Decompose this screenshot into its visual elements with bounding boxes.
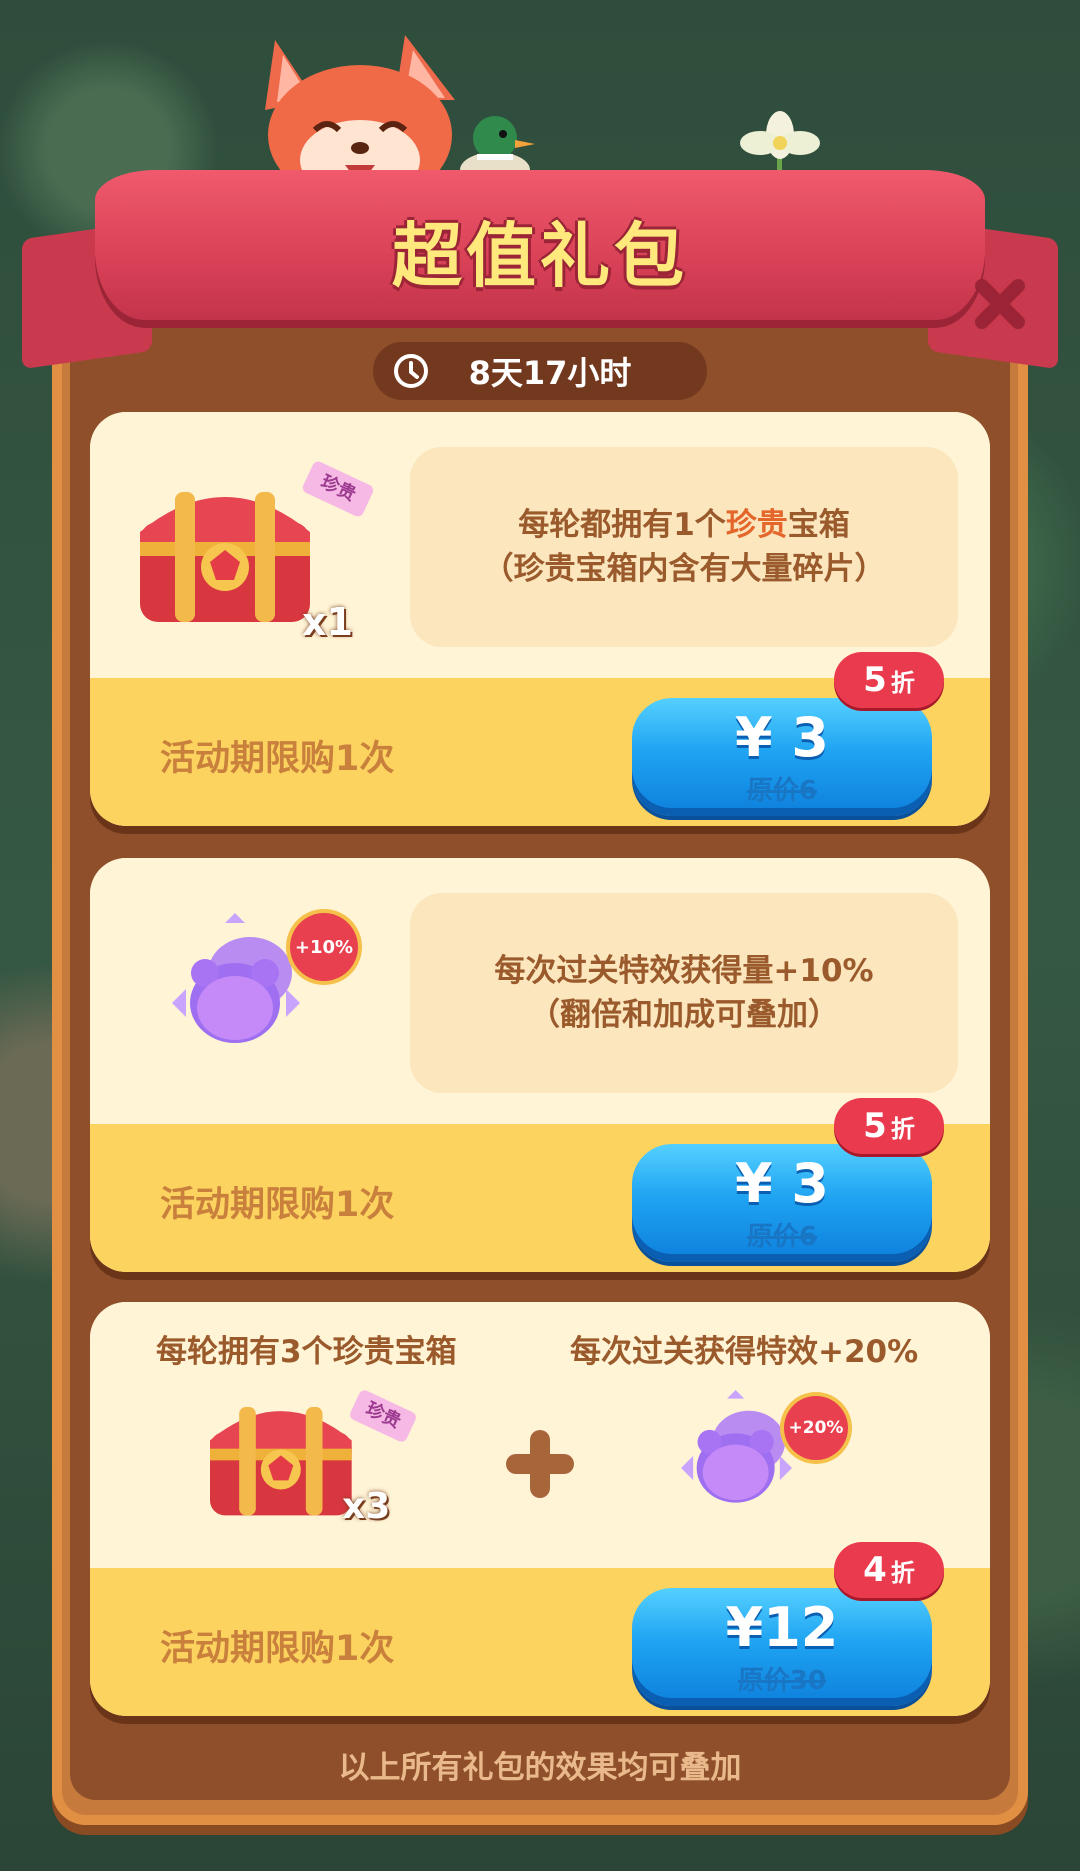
desc-line1: 每次过关特效获得量+10%: [494, 953, 874, 989]
pack-card-2: +10% 每次过关特效获得量+10% （翻倍和加成可叠加） 活动期限购1次 ¥ …: [90, 858, 990, 1272]
pack-card-1: 珍贵 x1 每轮都拥有1个珍贵宝箱 （珍贵宝箱内含有大量碎片） 活动期限购1次 …: [90, 412, 990, 826]
discount-unit: 折: [890, 1114, 915, 1143]
purchase-limit: 活动期限购1次: [160, 1629, 395, 1669]
price-text: ¥12: [725, 1596, 839, 1659]
original-price: 原价6: [746, 776, 818, 806]
discount-number: 5: [863, 1106, 887, 1146]
item-quantity: x3: [342, 1486, 391, 1527]
pack-description: 每次过关特效获得量+10% （翻倍和加成可叠加）: [410, 893, 958, 1093]
original-price: 原价6: [746, 1222, 818, 1252]
countdown-timer: 8天17小时: [373, 342, 707, 400]
boost-badge: +10%: [290, 913, 358, 981]
buy-button[interactable]: ¥ 3 原价6: [632, 698, 932, 816]
discount-unit: 折: [890, 668, 915, 697]
discount-unit: 折: [890, 1558, 915, 1587]
combo-right-label: 每次过关获得特效+20%: [570, 1334, 919, 1370]
purchase-limit: 活动期限购1次: [160, 739, 395, 779]
combo-left-label: 每轮拥有3个珍贵宝箱: [156, 1334, 457, 1370]
item-quantity: x1: [302, 600, 353, 644]
purchase-limit: 活动期限购1次: [160, 1185, 395, 1225]
boost-badge: +20%: [784, 1396, 848, 1460]
desc-line1: 每轮都拥有1个: [518, 507, 726, 543]
buy-button[interactable]: ¥ 3 原价6: [632, 1144, 932, 1262]
treasure-chest-icon: [140, 492, 310, 622]
timer-text: 8天17小时: [468, 354, 632, 392]
discount-badge: 4折: [834, 1542, 944, 1598]
discount-number: 5: [863, 660, 887, 700]
page-title: 超值礼包: [392, 215, 688, 297]
desc-highlight: 珍贵: [725, 507, 788, 543]
desc-line2: （珍贵宝箱内含有大量碎片）: [482, 551, 886, 587]
close-icon: [975, 279, 1025, 329]
discount-badge: 5折: [834, 1098, 944, 1154]
price-text: ¥ 3: [735, 1152, 829, 1215]
discount-number: 4: [863, 1550, 887, 1590]
footer-note: 以上所有礼包的效果均可叠加: [338, 1750, 742, 1786]
desc-line2: （翻倍和加成可叠加）: [529, 997, 839, 1033]
pack-card-3: 每轮拥有3个珍贵宝箱 每次过关获得特效+20% 珍贵 x3 +20% 活动期限购…: [90, 1302, 990, 1716]
original-price: 原价30: [737, 1666, 827, 1696]
close-button[interactable]: [966, 270, 1034, 338]
desc-line1-suffix: 宝箱: [787, 507, 850, 543]
pack-description: 每轮都拥有1个珍贵宝箱 （珍贵宝箱内含有大量碎片）: [410, 447, 958, 647]
plus-icon: [506, 1430, 574, 1498]
buy-button[interactable]: ¥12 原价30: [632, 1588, 932, 1706]
discount-badge: 5折: [834, 652, 944, 708]
price-text: ¥ 3: [735, 706, 829, 769]
